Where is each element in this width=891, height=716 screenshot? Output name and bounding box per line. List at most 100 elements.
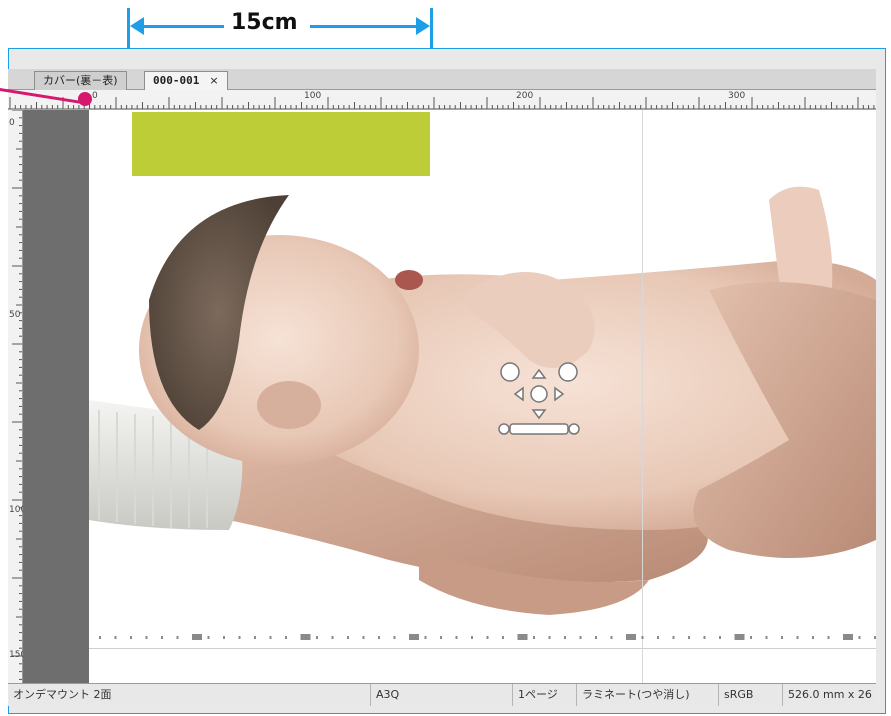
- green-placeholder-box[interactable]: [132, 112, 430, 176]
- trim-marker-tick: [269, 636, 272, 639]
- status-paper: A3Q: [370, 684, 516, 706]
- rotate-right-icon: [558, 362, 578, 382]
- dimension-arrow-left-shaft: [140, 25, 224, 28]
- status-bar: オンデマウント 2面 A3Q 1ページ ラミネート(つや消し) sRGB 526…: [8, 683, 876, 706]
- trim-marker-tick: [486, 636, 489, 639]
- status-size: 526.0 mm x 26: [782, 684, 882, 706]
- trim-marker-tick: [750, 636, 752, 639]
- trim-marker-block: [626, 634, 636, 640]
- image-transform-widget[interactable]: [496, 360, 588, 444]
- trim-marker-tick: [610, 636, 613, 639]
- design-canvas[interactable]: [89, 110, 876, 683]
- ruler-label-200: 200: [516, 91, 534, 101]
- ruler-label-300: 300: [728, 91, 746, 101]
- tab-page-label: 000-001: [153, 74, 200, 87]
- trim-marker-tick: [533, 636, 535, 639]
- ruler-label-100: 100: [304, 91, 322, 101]
- trim-marker-tick: [595, 636, 597, 639]
- trim-marker-tick: [548, 636, 551, 639]
- trim-marker-row: [89, 630, 876, 644]
- move-center-icon: [530, 385, 548, 403]
- status-finish: ラミネート(つや消し): [576, 684, 722, 706]
- tab-cover[interactable]: カバー(裏－表): [34, 71, 127, 90]
- trim-marker-tick: [130, 636, 132, 639]
- trim-marker-block: [734, 634, 745, 640]
- trim-marker-tick: [285, 636, 287, 639]
- status-pages: 1ページ: [512, 684, 580, 706]
- trim-marker-tick: [145, 636, 148, 639]
- move-left-icon: [513, 386, 524, 402]
- vruler-label-0: 0: [9, 118, 15, 128]
- trim-marker-tick: [393, 636, 396, 639]
- trim-marker-tick: [362, 636, 365, 639]
- trim-marker-tick: [316, 636, 318, 639]
- trim-marker-tick: [781, 636, 783, 639]
- bleed-line: [89, 648, 876, 649]
- trim-marker-tick: [502, 636, 504, 639]
- trim-marker-tick: [657, 636, 659, 639]
- dimension-arrow-right-shaft: [310, 25, 418, 28]
- trim-marker-tick: [114, 636, 117, 639]
- trim-marker-tick: [579, 636, 582, 639]
- zoom-out-icon: [498, 423, 510, 435]
- trim-marker-tick: [812, 636, 814, 639]
- trim-marker-tick: [455, 636, 458, 639]
- status-product: オンデマウント 2面: [13, 688, 112, 701]
- ruler-ticks: [8, 97, 876, 110]
- document-tab-bar: カバー(裏－表) 000-001 ×: [8, 69, 876, 90]
- trim-marker-block: [517, 634, 528, 640]
- trim-marker-tick: [858, 636, 861, 639]
- trim-marker-tick: [176, 636, 179, 639]
- origin-pointer-dot: [78, 92, 92, 106]
- dimension-label: 15cm: [231, 10, 298, 35]
- trim-marker-tick: [223, 636, 225, 639]
- trim-marker-tick: [703, 636, 706, 639]
- baby-photo[interactable]: [89, 110, 876, 683]
- ruler-label-0: 0: [92, 91, 98, 101]
- trim-marker-block: [409, 634, 419, 640]
- trim-marker-tick: [378, 636, 380, 639]
- trim-marker-tick: [207, 636, 210, 639]
- center-guide-line: [642, 110, 643, 683]
- trim-marker-tick: [331, 636, 334, 639]
- zoom-slider: [509, 423, 569, 435]
- trim-marker-tick: [440, 636, 442, 639]
- trim-marker-tick: [688, 636, 690, 639]
- arrow-left-icon: [130, 17, 144, 35]
- move-right-icon: [554, 386, 565, 402]
- trim-marker-tick: [99, 636, 101, 639]
- pasteboard-margin: [23, 110, 89, 683]
- move-down-icon: [531, 409, 547, 420]
- status-color-space: sRGB: [718, 684, 786, 706]
- trim-marker-block: [192, 634, 202, 640]
- trim-marker-tick: [641, 636, 644, 639]
- trim-marker-tick: [719, 636, 721, 639]
- trim-marker-block: [843, 634, 853, 640]
- trim-marker-tick: [424, 636, 427, 639]
- arrow-right-icon: [416, 17, 430, 35]
- trim-marker-tick: [238, 636, 241, 639]
- trim-marker-tick: [161, 636, 163, 639]
- trim-marker-tick: [564, 636, 566, 639]
- transform-controls: [498, 362, 580, 435]
- trim-marker-tick: [874, 636, 876, 639]
- trim-marker-block: [300, 634, 311, 640]
- horizontal-ruler[interactable]: 0 100 200 300: [8, 90, 876, 111]
- tab-cover-label: カバー(裏－表): [43, 74, 118, 87]
- trim-marker-tick: [471, 636, 473, 639]
- tab-page[interactable]: 000-001 ×: [144, 71, 228, 90]
- trim-marker-tick: [796, 636, 799, 639]
- close-icon[interactable]: ×: [209, 74, 218, 87]
- trim-marker-tick: [765, 636, 768, 639]
- vruler-label-50: 50: [9, 310, 21, 320]
- trim-marker-tick: [254, 636, 256, 639]
- trim-marker-tick: [347, 636, 349, 639]
- move-up-icon: [531, 368, 547, 379]
- vertical-ruler-ticks: [12, 110, 22, 680]
- trim-markers: [99, 634, 876, 640]
- rotate-left-icon: [500, 362, 520, 382]
- trim-marker-tick: [827, 636, 830, 639]
- trim-marker-tick: [672, 636, 675, 639]
- vertical-ruler[interactable]: 0 50 100 150: [8, 110, 26, 683]
- zoom-in-icon: [568, 423, 580, 435]
